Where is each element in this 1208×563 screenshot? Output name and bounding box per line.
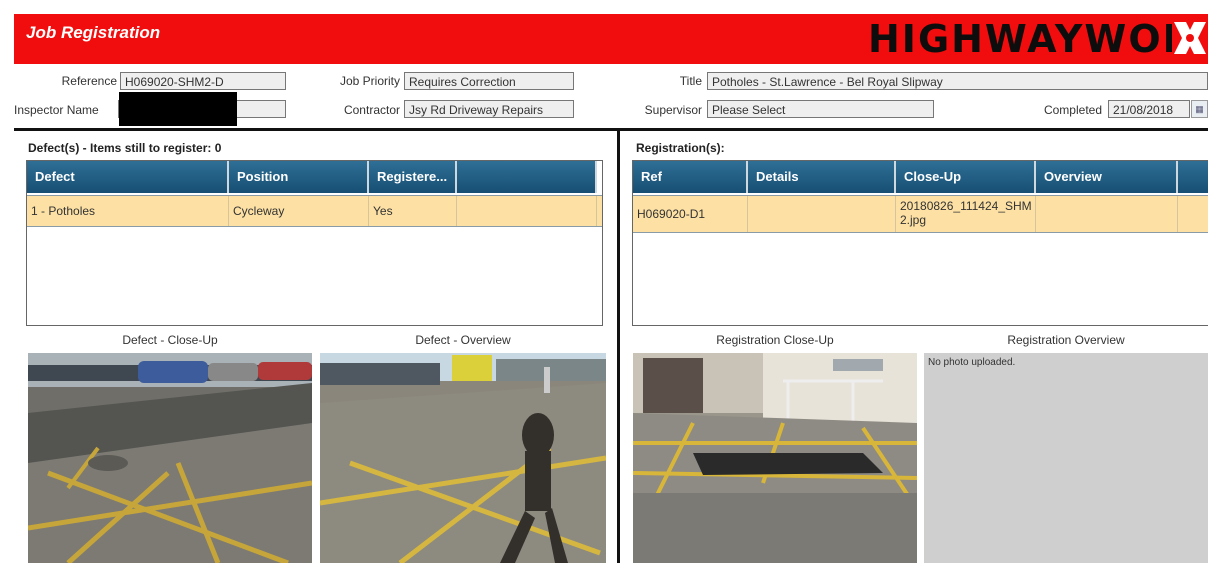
table-row[interactable]: H069020-D1 20180826_111424_SHM2.jpg [633,195,1208,233]
table-row[interactable]: 1 - Potholes Cycleway Yes [27,195,602,227]
defects-grid: Defect Position Registere... 1 - Pothole… [26,160,603,326]
no-photo-message: No photo uploaded. [928,357,1016,368]
column-header-empty [457,161,597,193]
column-header-empty [1178,161,1208,193]
brand-logo: HIGHWAYWOR [868,17,1194,61]
section-divider [14,128,1208,131]
registrations-heading: Registration(s): [636,141,725,155]
redaction-block [119,92,237,126]
column-header-registered[interactable]: Registere... [369,161,457,193]
column-divider [617,131,620,563]
column-header-details[interactable]: Details [748,161,896,193]
calendar-icon[interactable]: ▦ [1191,100,1208,118]
column-header-defect[interactable]: Defect [27,161,229,193]
reference-label: Reference [61,74,117,88]
cell-close-up[interactable]: 20180826_111424_SHM2.jpg [896,196,1036,232]
job-priority-field[interactable]: Requires Correction [404,72,574,90]
column-header-overview[interactable]: Overview [1036,161,1178,193]
contractor-label: Contractor [343,103,400,117]
registration-overview-caption: Registration Overview [1007,333,1125,347]
defect-overview-photo[interactable] [320,353,606,563]
column-header-ref[interactable]: Ref [633,161,748,193]
completed-date-field[interactable]: 21/08/2018 [1108,100,1190,118]
column-header-position[interactable]: Position [229,161,369,193]
inspector-name-label: Inspector Name [14,103,99,117]
cell-defect: 1 - Potholes [27,196,229,226]
title-field[interactable]: Potholes - St.Lawrence - Bel Royal Slipw… [707,72,1208,90]
completed-label: Completed [1043,103,1102,117]
defect-closeup-photo[interactable] [28,353,312,563]
cell-position: Cycleway [229,196,369,226]
cell-ref: H069020-D1 [633,196,748,232]
brand-logo-icon [1172,20,1208,56]
contractor-field[interactable]: Jsy Rd Driveway Repairs [404,100,574,118]
registration-overview-placeholder: No photo uploaded. [924,353,1208,563]
registration-closeup-caption: Registration Close-Up [716,333,834,347]
cell-registered: Yes [369,196,457,226]
defect-overview-caption: Defect - Overview [415,333,511,347]
reference-field[interactable]: H069020-SHM2-D [120,72,286,90]
supervisor-select[interactable]: Please Select [707,100,934,118]
supervisor-label: Supervisor [644,103,702,117]
defect-closeup-caption: Defect - Close-Up [122,333,218,347]
cell-details [748,196,896,232]
cell-empty [457,196,597,226]
column-header-close-up[interactable]: Close-Up [896,161,1036,193]
registrations-grid: Ref Details Close-Up Overview H069020-D1… [632,160,1208,326]
title-label: Title [679,74,702,88]
cell-overview [1036,196,1178,232]
defects-heading: Defect(s) - Items still to register: 0 [28,141,222,155]
page-title: Job Registration [26,23,161,42]
job-priority-label: Job Priority [339,74,400,88]
registration-closeup-photo[interactable] [633,353,917,563]
